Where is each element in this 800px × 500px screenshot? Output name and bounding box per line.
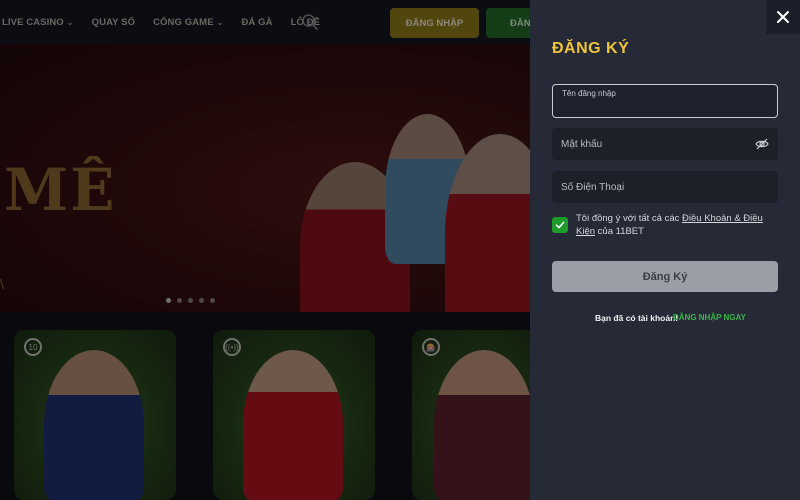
register-panel (530, 0, 800, 500)
password-field[interactable] (552, 128, 778, 160)
page: LIVE CASINO ⌄ QUAY SỐ CỔNG GAME ⌄ ĐÁ GÀ … (0, 0, 800, 500)
login-now-link[interactable]: ĐĂNG NHẬP NGAY (673, 313, 746, 322)
terms-text: Tôi đồng ý với tất cả các Điều Khoản & Đ… (576, 212, 776, 238)
submit-register-button[interactable]: Đăng Ký (552, 261, 778, 292)
close-icon (777, 11, 789, 23)
terms-prefix: Tôi đồng ý với tất cả các (576, 213, 683, 224)
close-button[interactable] (766, 0, 800, 34)
phone-input[interactable] (561, 171, 751, 203)
terms-checkbox[interactable] (552, 217, 568, 233)
username-field[interactable]: Tên đăng nhập (552, 84, 778, 118)
modal-backdrop[interactable] (0, 0, 530, 500)
phone-field[interactable] (552, 171, 778, 203)
register-title: ĐĂNG KÝ (552, 40, 630, 57)
password-input[interactable] (561, 128, 751, 160)
eye-off-icon[interactable] (755, 137, 769, 151)
terms-suffix: của 11BET (595, 226, 644, 237)
check-icon (555, 221, 565, 229)
username-input[interactable] (562, 97, 752, 117)
have-account-text: Bạn đã có tài khoản! (595, 313, 679, 323)
